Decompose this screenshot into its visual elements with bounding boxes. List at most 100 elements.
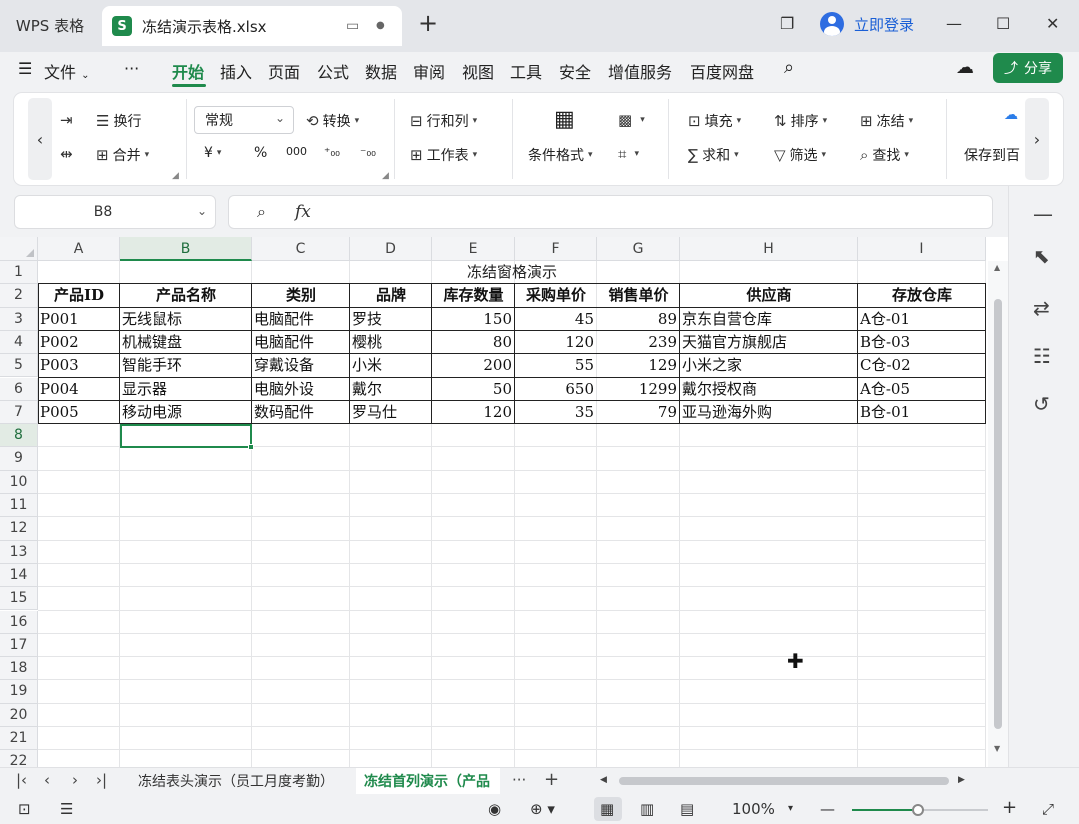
sheet-list-icon[interactable]: ☰: [60, 800, 73, 818]
fx-icon[interactable]: fx: [295, 202, 311, 222]
first-sheet-icon[interactable]: |‹: [16, 771, 27, 789]
currency-button[interactable]: ¥ ▾: [204, 145, 221, 161]
share-button[interactable]: ⤴ 分享: [993, 53, 1063, 83]
document-tab[interactable]: S 冻结演示表格.xlsx ▭ ●: [102, 6, 402, 46]
freeze-button[interactable]: ⊞ 冻结 ▾: [860, 111, 913, 131]
menu-view[interactable]: 视图: [462, 59, 494, 83]
column-header-d[interactable]: D: [350, 237, 432, 261]
column-header-c[interactable]: C: [252, 237, 350, 261]
name-box[interactable]: B8 ⌄: [14, 195, 216, 229]
conditional-format-button[interactable]: 条件格式 ▾: [528, 145, 593, 165]
table-cell[interactable]: 650: [515, 378, 597, 401]
zoom-dropdown-icon[interactable]: ▾: [788, 803, 793, 814]
table-cell[interactable]: 无线鼠标: [120, 308, 252, 331]
group-expand-icon[interactable]: ◢: [172, 171, 179, 181]
table-header-cell[interactable]: 库存数量: [432, 284, 515, 307]
zoom-out-icon[interactable]: —: [820, 800, 835, 818]
transform-icon[interactable]: ⇄: [1033, 296, 1050, 320]
fullscreen-icon[interactable]: ⤢: [1042, 800, 1054, 818]
menu-value-added[interactable]: 增值服务: [608, 59, 672, 83]
zoom-slider-knob[interactable]: [912, 804, 924, 816]
table-header-cell[interactable]: 销售单价: [597, 284, 680, 307]
search-icon[interactable]: ⌕: [784, 57, 794, 78]
zoom-level[interactable]: 100%: [732, 800, 775, 818]
page-layout-view-icon[interactable]: ▥: [640, 800, 654, 818]
formula-bar[interactable]: ⌕ fx: [228, 195, 993, 229]
table-cell[interactable]: P002: [38, 331, 120, 354]
more-sheets-button[interactable]: ···: [512, 771, 526, 789]
percent-button[interactable]: %: [254, 145, 267, 161]
table-cell[interactable]: 239: [597, 331, 680, 354]
row-header-2[interactable]: 2: [0, 284, 38, 308]
sort-button[interactable]: ⇅ 排序 ▾: [774, 111, 827, 131]
table-cell[interactable]: 1299: [597, 378, 680, 401]
table-cell[interactable]: 亚马逊海外购: [680, 401, 858, 424]
column-header-h[interactable]: H: [680, 237, 858, 261]
row-header-19[interactable]: 19: [0, 680, 38, 704]
unsaved-dot-icon[interactable]: ●: [376, 20, 385, 31]
table-cell[interactable]: 79: [597, 401, 680, 424]
add-sheet-button[interactable]: +: [544, 769, 559, 790]
fill-handle[interactable]: [248, 444, 254, 450]
table-cell[interactable]: C仓-02: [858, 354, 986, 377]
table-cell[interactable]: P005: [38, 401, 120, 424]
spreadsheet-grid[interactable]: ABCDEFGHI 1 2 3 4 5 6 7 8 9 10 11 12 13 14 15 16 17 18 19 2…: [0, 237, 1008, 767]
table-header-cell[interactable]: 产品ID: [38, 284, 120, 307]
table-header-cell[interactable]: 产品名称: [120, 284, 252, 307]
column-header-b[interactable]: B: [120, 237, 252, 261]
eye-protect-icon[interactable]: ◉: [488, 800, 501, 818]
table-cell[interactable]: 罗马仕: [350, 401, 432, 424]
table-cell[interactable]: P001: [38, 308, 120, 331]
sum-button[interactable]: ∑ 求和 ▾: [688, 145, 739, 165]
menu-insert[interactable]: 插入: [220, 59, 252, 83]
menu-tools[interactable]: 工具: [510, 59, 542, 83]
cell-focus-icon[interactable]: ⊕ ▾: [530, 800, 555, 818]
fill-button[interactable]: ⊡ 填充 ▾: [688, 111, 741, 131]
collapse-panel-icon[interactable]: —: [1033, 202, 1053, 226]
ribbon-scroll-right-icon[interactable]: ›: [1025, 98, 1049, 180]
row-header-6[interactable]: 6: [0, 377, 38, 401]
indent-icon[interactable]: ⇥: [60, 111, 77, 129]
row-header-13[interactable]: 13: [0, 540, 38, 564]
filter-button[interactable]: ▽ 筛选 ▾: [774, 145, 826, 165]
table-cell[interactable]: 小米之家: [680, 354, 858, 377]
table-cell[interactable]: 戴尔: [350, 378, 432, 401]
new-tab-icon[interactable]: +: [418, 11, 438, 35]
table-cell[interactable]: 150: [432, 308, 515, 331]
menu-review[interactable]: 审阅: [413, 59, 445, 83]
row-header-8[interactable]: 8: [0, 424, 38, 448]
distribute-icon[interactable]: ⇹: [60, 145, 77, 163]
row-header-15[interactable]: 15: [0, 587, 38, 611]
sheet-tab-freeze-column[interactable]: 冻结首列演示（产品: [364, 771, 490, 791]
row-header-9[interactable]: 9: [0, 447, 38, 471]
column-header-i[interactable]: I: [858, 237, 986, 261]
prev-sheet-icon[interactable]: ‹: [44, 771, 50, 789]
sheet-tab-freeze-header[interactable]: 冻结表头演示（员工月度考勤）: [138, 771, 334, 791]
select-pointer-icon[interactable]: ⬉: [1033, 244, 1050, 268]
table-cell[interactable]: 京东自营仓库: [680, 308, 858, 331]
row-header-1[interactable]: 1: [0, 261, 38, 285]
close-icon[interactable]: ✕: [1046, 14, 1059, 33]
settings-sliders-icon[interactable]: ☷: [1033, 344, 1051, 368]
table-cell[interactable]: 200: [432, 354, 515, 377]
row-header-7[interactable]: 7: [0, 400, 38, 425]
horizontal-scrollbar-thumb[interactable]: [619, 777, 949, 785]
table-cell[interactable]: P004: [38, 378, 120, 401]
column-header-e[interactable]: E: [432, 237, 515, 261]
sheet-title-cell[interactable]: 冻结窗格演示: [38, 261, 986, 284]
row-header-16[interactable]: 16: [0, 610, 38, 634]
row-header-3[interactable]: 3: [0, 307, 38, 331]
menu-home[interactable]: 开始: [172, 59, 204, 83]
conditional-format-icon[interactable]: ▦: [554, 107, 575, 132]
table-cell[interactable]: 天猫官方旗舰店: [680, 331, 858, 354]
hscroll-left-icon[interactable]: ◀: [600, 775, 607, 785]
select-all-corner[interactable]: [0, 237, 38, 261]
row-header-11[interactable]: 11: [0, 494, 38, 518]
row-header-17[interactable]: 17: [0, 633, 38, 658]
menu-page[interactable]: 页面: [268, 59, 300, 83]
convert-button[interactable]: ⟲ 转换 ▾: [306, 111, 359, 131]
row-header-22[interactable]: 22: [0, 750, 38, 767]
scroll-down-icon[interactable]: ▼: [994, 744, 1000, 753]
table-header-cell[interactable]: 品牌: [350, 284, 432, 307]
baidu-cloud-icon[interactable]: ☁: [1004, 107, 1018, 123]
